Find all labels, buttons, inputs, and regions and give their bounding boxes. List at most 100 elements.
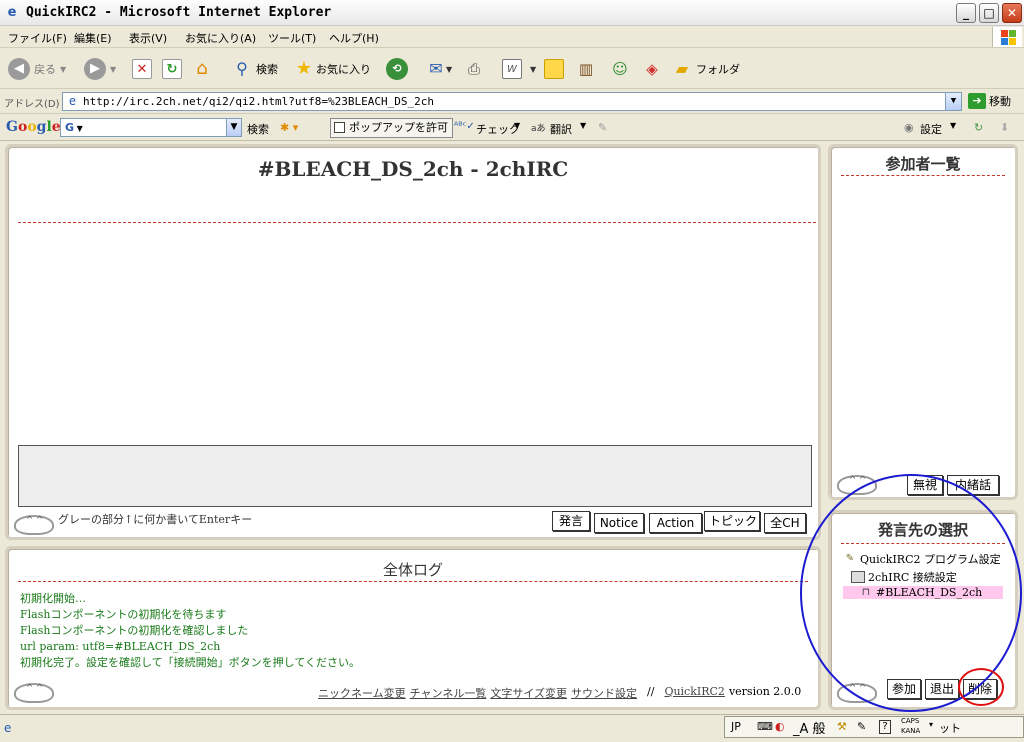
- research-button[interactable]: ▥: [576, 57, 596, 81]
- print-button[interactable]: ⎙: [464, 57, 484, 81]
- menu-favorites[interactable]: お気に入り(A): [185, 30, 256, 46]
- help-icon[interactable]: ?: [879, 720, 891, 734]
- back-button[interactable]: ◀ 戻る ▼: [8, 57, 66, 81]
- keyboard-icon[interactable]: ⌨: [757, 720, 773, 733]
- messenger-button[interactable]: ☺: [610, 57, 630, 81]
- edit-dropdown-icon: ▼: [530, 64, 537, 74]
- language-indicator[interactable]: JP: [731, 720, 741, 733]
- maximize-button[interactable]: □: [979, 3, 999, 23]
- channel-list-link[interactable]: チャンネル一覧: [410, 685, 487, 701]
- messenger-icon: ☺: [612, 60, 628, 78]
- spellcheck-icon: ᴬᴮᶜ✓: [454, 121, 475, 132]
- stop-icon: ✕: [132, 59, 152, 79]
- menu-tools[interactable]: ツール(T): [268, 30, 316, 46]
- participants-divider: [841, 175, 1005, 176]
- mail-button[interactable]: ✉ ▼: [426, 57, 452, 81]
- menu-view[interactable]: 表示(V): [129, 30, 167, 46]
- tools-button[interactable]: ◈: [642, 57, 662, 81]
- participants-title: 参加者一覧: [885, 155, 961, 173]
- url-input[interactable]: e http://irc.2ch.net/qi2/qi2.html?utf8=%…: [62, 92, 962, 111]
- channel-title: #BLEACH_DS_2ch - 2chIRC: [257, 157, 569, 181]
- back-arrow-icon: ◀: [8, 58, 30, 80]
- folder-button[interactable]: ▰ フォルダ: [672, 57, 740, 81]
- highlight-icon[interactable]: ✎: [598, 121, 607, 134]
- red-annotation-circle: [958, 668, 1004, 706]
- translate-button[interactable]: 翻訳: [550, 121, 572, 137]
- menu-edit[interactable]: 編集(E): [74, 30, 112, 46]
- url-text: http://irc.2ch.net/qi2/qi2.html?utf8=%23…: [83, 95, 434, 108]
- log-line: Flashコンポーネントの初期化を確認しました: [20, 624, 249, 637]
- google-settings-button[interactable]: 設定: [920, 121, 942, 137]
- menu-help[interactable]: ヘルプ(H): [329, 30, 379, 46]
- input-mode[interactable]: _A 般: [793, 718, 826, 737]
- discuss-button[interactable]: [544, 57, 564, 81]
- google-extras-icon[interactable]: ✱ ▾: [280, 121, 298, 134]
- notice-button[interactable]: Notice: [594, 513, 644, 533]
- settings-dropdown-icon[interactable]: ▼: [950, 121, 956, 130]
- log-line: 初期化完了。設定を確認して「接続開始」ボタンを押してください。: [20, 656, 361, 669]
- quickirc2-link[interactable]: QuickIRC2: [664, 685, 725, 701]
- kana-indicator: KANA: [901, 727, 921, 735]
- word-icon: W: [502, 59, 522, 79]
- refresh-icon: ↻: [162, 59, 182, 79]
- popup-icon: [334, 122, 345, 133]
- pad-icon[interactable]: ✎: [857, 720, 866, 733]
- all-channels-button[interactable]: 全CH: [764, 513, 806, 533]
- say-button[interactable]: 発言: [552, 511, 590, 531]
- search-button[interactable]: ⚲ 検索: [232, 57, 278, 81]
- ie-icon: e: [7, 5, 17, 20]
- minimize-button[interactable]: _: [956, 3, 976, 23]
- google-search-input[interactable]: G ▼ ▼: [60, 118, 242, 137]
- action-button[interactable]: Action: [649, 513, 702, 533]
- ime-icon[interactable]: ◐: [775, 720, 785, 733]
- translate-icon: aあ: [531, 124, 546, 134]
- go-label: 移動: [989, 95, 1011, 108]
- favorites-label: お気に入り: [316, 63, 371, 76]
- translate-dropdown-icon[interactable]: ▼: [580, 121, 586, 130]
- sound-settings-link[interactable]: サウンド設定: [571, 685, 637, 701]
- history-icon: ⟲: [386, 58, 408, 80]
- langbar-dropdown-icon[interactable]: ▾: [929, 720, 933, 729]
- folder-label: フォルダ: [696, 63, 740, 76]
- version-text: version 2.0.0: [728, 685, 802, 698]
- message-input[interactable]: [18, 445, 812, 507]
- edit-button[interactable]: W ▼: [502, 57, 536, 81]
- log-line: Flashコンポーネントの初期化を待ちます: [20, 608, 227, 621]
- nickname-change-link[interactable]: ニックネーム変更: [318, 685, 406, 701]
- google-search-button[interactable]: 検索: [247, 121, 269, 137]
- window-title: QuickIRC2 - Microsoft Internet Explorer: [26, 5, 332, 20]
- home-button[interactable]: ⌂: [192, 57, 212, 81]
- go-arrow-icon: ➔: [968, 93, 986, 109]
- forward-button[interactable]: ▶ ▼: [84, 57, 116, 81]
- refresh-button[interactable]: ↻: [162, 57, 182, 81]
- participants-list[interactable]: [839, 179, 1009, 469]
- chat-panel: #BLEACH_DS_2ch - 2chIRC ^ ^ グレーの部分↑に何か書い…: [5, 144, 821, 540]
- standard-toolbar: ◀ 戻る ▼ ▶ ▼ ✕ ↻ ⌂ ⚲ 検索 ★ お気に入り ⟲ ✉ ▼ ⎙ W …: [0, 49, 1024, 89]
- folder-icon: ▰: [675, 59, 689, 78]
- caps-indicator: CAPS: [901, 717, 920, 725]
- search-icon: ⚲: [236, 59, 248, 78]
- topic-button[interactable]: トピック: [704, 511, 760, 531]
- close-button[interactable]: ✕: [1002, 3, 1022, 23]
- tools-icon[interactable]: ⚒: [837, 720, 847, 733]
- chat-messages-area[interactable]: [18, 225, 814, 443]
- stop-button[interactable]: ✕: [132, 57, 152, 81]
- back-dropdown-icon[interactable]: ▼: [60, 65, 66, 74]
- mail-icon: ✉: [429, 59, 443, 78]
- go-button[interactable]: ➔ 移動: [968, 93, 1011, 109]
- refresh-google-icon[interactable]: ↻: [974, 121, 983, 134]
- font-size-link[interactable]: 文字サイズ変更: [490, 685, 567, 701]
- down-arrow-icon[interactable]: ⬇: [1000, 121, 1009, 134]
- google-dropdown-icon[interactable]: ▼: [226, 119, 241, 136]
- address-bar: アドレス(D) e http://irc.2ch.net/qi2/qi2.htm…: [0, 90, 1024, 114]
- printer-icon: ⎙: [467, 60, 480, 78]
- history-button[interactable]: ⟲: [386, 57, 408, 81]
- forward-dropdown-icon[interactable]: ▼: [110, 65, 116, 74]
- allow-popup-button[interactable]: ポップアップを許可: [330, 118, 453, 138]
- spellcheck-dropdown-icon[interactable]: ▼: [514, 121, 520, 130]
- menu-file[interactable]: ファイル(F): [8, 30, 67, 46]
- books-icon: ▥: [578, 60, 594, 78]
- favorites-button[interactable]: ★ お気に入り: [294, 57, 371, 81]
- note-icon: [544, 59, 564, 79]
- url-dropdown-icon[interactable]: ▼: [945, 93, 961, 110]
